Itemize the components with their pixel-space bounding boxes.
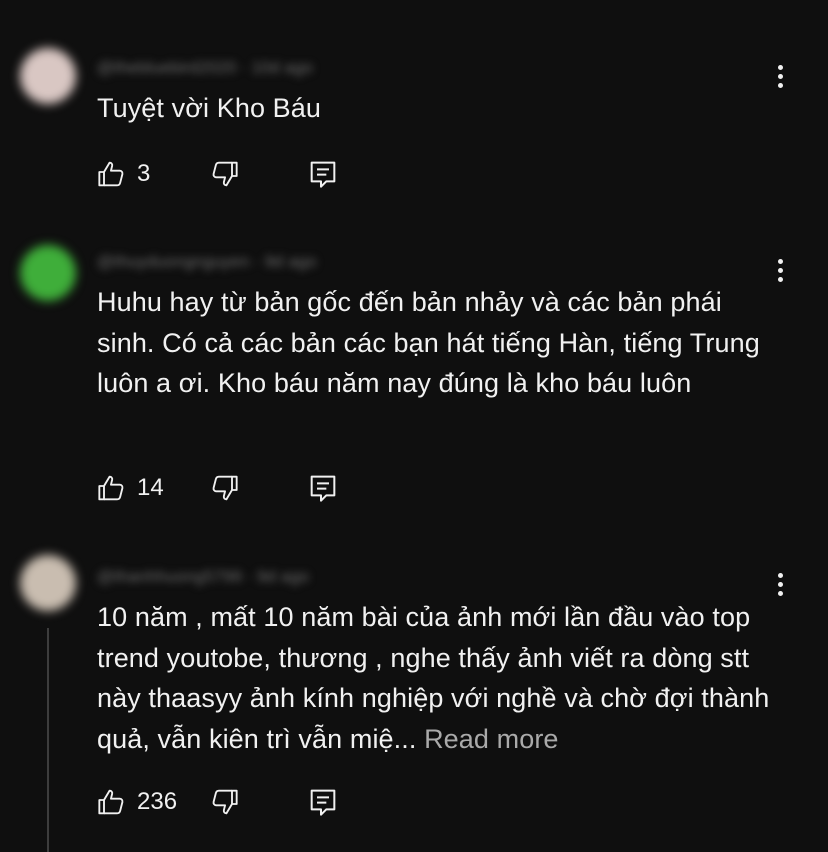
more-vertical-icon — [777, 572, 783, 578]
author-name[interactable]: @thanhhuong5799 — [97, 567, 242, 586]
like-count: 236 — [137, 788, 178, 815]
comment-time: 9d ago — [257, 567, 310, 586]
thumb-down-icon — [212, 789, 238, 815]
thumb-up-icon — [98, 789, 124, 815]
dislike-button[interactable] — [208, 784, 240, 820]
comment-meta: @thanhhuong5799 · 9d ago — [97, 567, 310, 586]
read-more-link[interactable]: Read more — [424, 724, 558, 754]
reply-thread-line — [47, 628, 49, 852]
like-button[interactable]: 236 — [96, 784, 177, 820]
comment-text: 10 năm , mất 10 năm bài của ảnh mới lần … — [97, 597, 777, 759]
comment-actions: 236 — [96, 784, 356, 820]
separator: · — [246, 567, 258, 586]
avatar[interactable] — [20, 555, 76, 611]
comment-item: @thanhhuong5799 · 9d ago 10 năm , mất 10… — [0, 0, 828, 852]
reply-comment-icon — [310, 789, 336, 816]
reply-button[interactable] — [308, 784, 338, 820]
